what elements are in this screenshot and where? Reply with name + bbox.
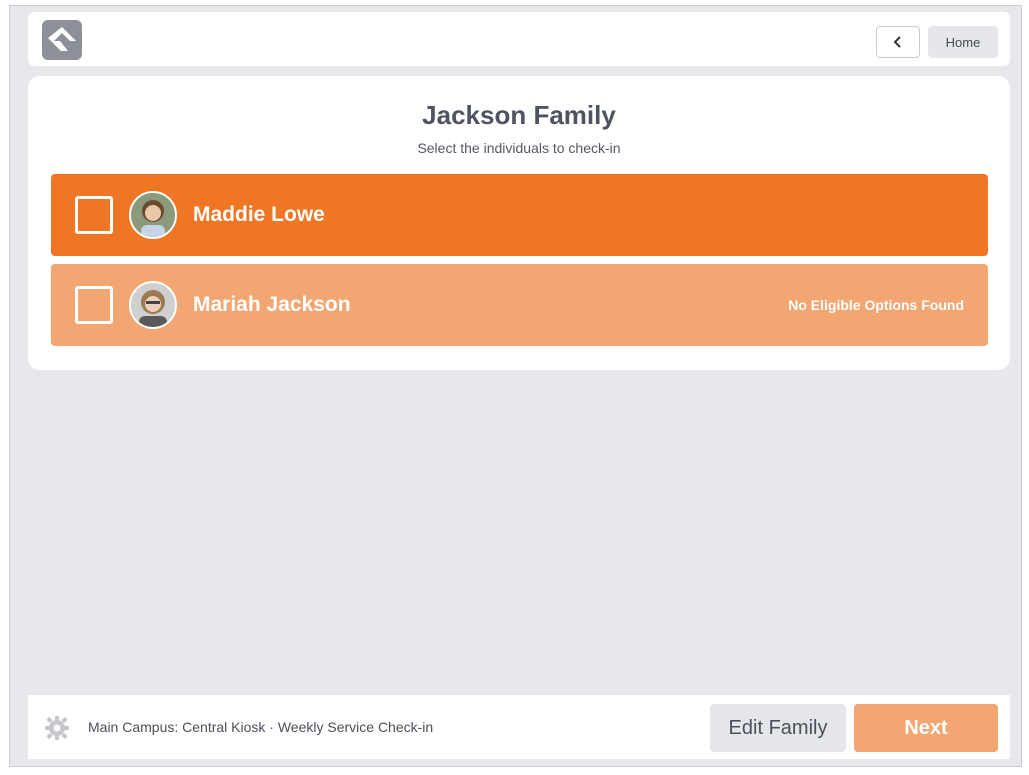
back-button[interactable] (876, 26, 920, 58)
rock-logo-icon (42, 20, 82, 60)
kiosk-frame: Home Jackson Family Select the individua… (9, 5, 1022, 767)
gear-icon[interactable] (44, 715, 70, 741)
no-eligible-options-label: No Eligible Options Found (788, 297, 964, 313)
person-checkbox[interactable] (75, 286, 113, 324)
avatar (129, 281, 177, 329)
person-name: Maddie Lowe (193, 203, 325, 226)
page-title: Jackson Family (422, 100, 616, 130)
person-row-maddie-lowe[interactable]: Maddie Lowe (51, 174, 988, 256)
person-row-mariah-jackson[interactable]: Mariah Jackson No Eligible Options Found (51, 264, 988, 346)
footer-bar: Main Campus: Central Kiosk · Weekly Serv… (28, 695, 1010, 759)
edit-family-button[interactable]: Edit Family (710, 704, 846, 752)
family-card: Jackson Family Select the individuals to… (28, 76, 1010, 370)
avatar (129, 191, 177, 239)
kiosk-info: Main Campus: Central Kiosk · Weekly Serv… (88, 719, 434, 735)
person-name: Mariah Jackson (193, 293, 351, 316)
top-bar: Home (28, 12, 1010, 66)
home-button[interactable]: Home (928, 26, 998, 58)
next-button[interactable]: Next (854, 704, 998, 752)
chevron-left-icon (893, 36, 901, 48)
page-subtitle: Select the individuals to check-in (417, 140, 621, 156)
person-checkbox[interactable] (75, 196, 113, 234)
